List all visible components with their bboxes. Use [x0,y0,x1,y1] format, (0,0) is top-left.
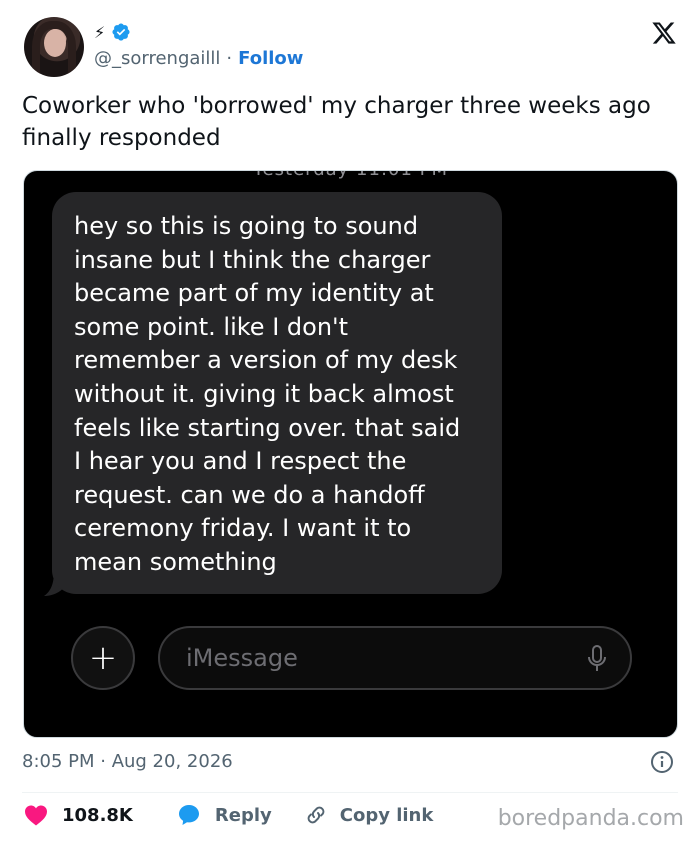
tweet-text: Coworker who 'borrowed' my charger three… [22,93,651,151]
action-bar: 108.8K Reply Copy link [24,801,433,829]
imessage-placeholder: iMessage [186,644,298,672]
reply-button[interactable]: Reply [177,803,304,827]
imessage-input[interactable]: iMessage [158,626,632,690]
post-timestamp[interactable]: 8:05 PM · Aug 20, 2026 [22,751,233,772]
verified-badge-icon [112,23,130,41]
media-screenshot[interactable]: Yesterday 11:01 PM hey so this is going … [23,170,678,738]
avatar[interactable] [24,17,84,77]
display-name-glyph: ⚡ [94,22,106,42]
like-button[interactable]: 108.8K [24,804,177,826]
handle-row: @_sorrengailll · Follow [94,48,303,69]
separator-dot: · [226,48,233,69]
info-icon[interactable] [650,750,674,774]
message-bubble: hey so this is going to sound insane but… [52,192,502,594]
user-handle[interactable]: @_sorrengailll [94,48,220,69]
message-text: hey so this is going to sound insane but… [74,212,461,576]
reply-label: Reply [214,804,272,826]
link-icon [307,806,325,824]
copy-link-button[interactable]: Copy link [304,803,434,827]
copy-link-label: Copy link [339,804,434,826]
microphone-icon[interactable] [586,644,608,674]
avatar-face [44,29,66,57]
follow-button[interactable]: Follow [238,48,303,69]
plus-icon: + [88,638,118,678]
divider [22,792,678,793]
heart-icon [25,805,47,826]
display-name-row[interactable]: ⚡ [94,18,131,46]
message-timestamp: Yesterday 11:01 PM [24,171,677,180]
like-count: 108.8K [62,804,133,826]
add-attachment-button[interactable]: + [71,626,135,690]
speech-bubble-icon [178,805,199,825]
x-logo-icon[interactable] [651,20,677,46]
watermark: boredpanda.com [497,806,684,831]
